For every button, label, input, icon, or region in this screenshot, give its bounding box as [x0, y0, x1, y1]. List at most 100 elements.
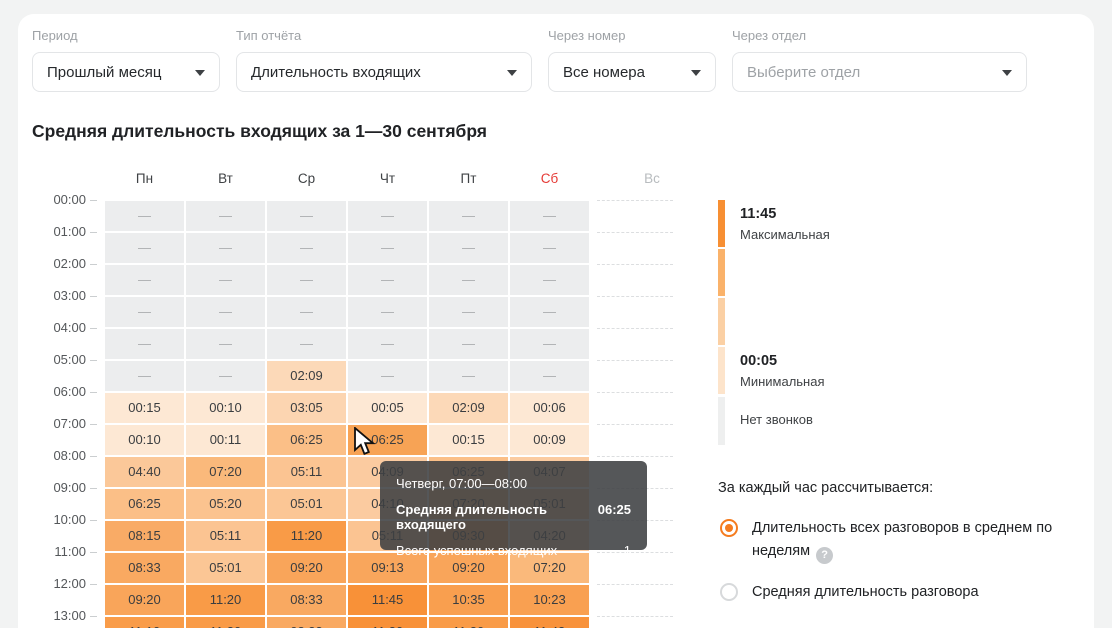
heatmap-cell[interactable]: — — [510, 361, 589, 391]
legend-segment-1 — [718, 249, 725, 296]
heatmap-cell[interactable]: 00:09 — [510, 425, 589, 455]
time-label: 04:00 — [20, 319, 86, 337]
filter-department: Через отдел Выберите отдел — [732, 28, 1027, 92]
heatmap-cell[interactable]: 05:20 — [186, 489, 265, 519]
radio-unselected[interactable] — [720, 583, 738, 601]
heatmap-cell[interactable]: — — [348, 329, 427, 359]
heatmap-cell[interactable]: — — [348, 297, 427, 327]
tooltip-count-value: 1 — [624, 543, 631, 558]
heatmap-cell[interactable]: — — [186, 201, 265, 231]
heatmap-cell[interactable]: 00:15 — [429, 425, 508, 455]
heatmap-cell[interactable]: — — [186, 329, 265, 359]
report-page: Период Прошлый месяц Тип отчёта Длительн… — [0, 0, 1112, 628]
sunday-empty-line — [597, 584, 673, 585]
sunday-empty-line — [597, 456, 673, 457]
heatmap-cell[interactable]: 00:06 — [510, 393, 589, 423]
heatmap-cell[interactable]: 10:23 — [510, 585, 589, 615]
heatmap-cell[interactable]: — — [429, 233, 508, 263]
heatmap-cell[interactable]: 02:09 — [267, 361, 346, 391]
heatmap-cell[interactable]: 11:10 — [105, 617, 184, 628]
heatmap-cell[interactable]: — — [348, 233, 427, 263]
tooltip-count-label: Всего успешных входящих — [396, 543, 557, 558]
heatmap-cell[interactable]: — — [105, 329, 184, 359]
legend-segment-2 — [718, 298, 725, 345]
time-tick — [90, 488, 97, 489]
heatmap-cell[interactable]: — — [348, 361, 427, 391]
heatmap-cell[interactable]: — — [267, 297, 346, 327]
number-select[interactable]: Все номера — [548, 52, 716, 92]
heatmap-cell[interactable]: — — [348, 201, 427, 231]
heatmap-cell[interactable]: — — [105, 265, 184, 295]
heatmap-cell[interactable]: — — [429, 329, 508, 359]
department-select[interactable]: Выберите отдел — [732, 52, 1027, 92]
heatmap-cell[interactable]: 08:33 — [105, 553, 184, 583]
heatmap-cell[interactable]: 06:25 — [267, 425, 346, 455]
heatmap-cell[interactable]: 11:20 — [186, 585, 265, 615]
heatmap-cell[interactable]: 05:11 — [267, 457, 346, 487]
filter-number-label: Через номер — [548, 28, 716, 43]
radio-option-label[interactable]: Длительность всех разговоров в среднем п… — [752, 517, 1082, 564]
heatmap-cell[interactable]: — — [510, 329, 589, 359]
heatmap-cell[interactable]: — — [348, 265, 427, 295]
radio-selected[interactable] — [720, 519, 738, 537]
report-type-select[interactable]: Длительность входящих — [236, 52, 532, 92]
heatmap-cell[interactable]: — — [429, 361, 508, 391]
heatmap-cell[interactable]: 03:05 — [267, 393, 346, 423]
heatmap-cell[interactable]: 08:15 — [105, 521, 184, 551]
heatmap-cell[interactable]: 09:20 — [105, 585, 184, 615]
heatmap-cell[interactable]: 08:33 — [267, 585, 346, 615]
heatmap-cell[interactable]: 06:25 — [105, 489, 184, 519]
heatmap-cell[interactable]: 00:05 — [348, 393, 427, 423]
chevron-down-icon — [507, 70, 517, 76]
heatmap-cell[interactable]: — — [510, 233, 589, 263]
heatmap-cell[interactable]: — — [510, 265, 589, 295]
heatmap-cell[interactable]: 11:43 — [510, 617, 589, 628]
chevron-down-icon — [1002, 70, 1012, 76]
heatmap-cell[interactable]: — — [429, 201, 508, 231]
heatmap-cell[interactable]: — — [267, 329, 346, 359]
chevron-down-icon — [195, 70, 205, 76]
sunday-empty-line — [597, 392, 673, 393]
help-icon[interactable]: ? — [816, 547, 833, 564]
radio-option-label[interactable]: Средняя длительность разговора — [752, 581, 1082, 604]
heatmap-cell[interactable]: — — [186, 361, 265, 391]
heatmap-cell[interactable]: — — [267, 201, 346, 231]
sunday-empty-line — [597, 424, 673, 425]
heatmap-cell[interactable]: 00:15 — [105, 393, 184, 423]
heatmap-cell[interactable]: — — [105, 297, 184, 327]
heatmap-cell[interactable]: 11:20 — [267, 521, 346, 551]
heatmap-cell[interactable]: 11:20 — [429, 617, 508, 628]
heatmap-cell[interactable]: 09:20 — [267, 553, 346, 583]
heatmap-cell[interactable]: — — [510, 297, 589, 327]
heatmap-cell[interactable]: — — [186, 233, 265, 263]
heatmap-cell[interactable]: — — [267, 265, 346, 295]
heatmap-cell[interactable]: 05:01 — [186, 553, 265, 583]
time-tick — [90, 456, 97, 457]
heatmap-cell[interactable]: 00:10 — [186, 393, 265, 423]
heatmap-cell[interactable]: 07:20 — [186, 457, 265, 487]
heatmap-cell[interactable]: 10:35 — [429, 585, 508, 615]
heatmap-cell[interactable]: 00:11 — [186, 425, 265, 455]
heatmap-cell[interactable]: — — [186, 265, 265, 295]
filter-period-label: Период — [32, 28, 220, 43]
heatmap-cell[interactable]: — — [105, 201, 184, 231]
period-select[interactable]: Прошлый месяц — [32, 52, 220, 92]
heatmap-cell[interactable]: 05:01 — [267, 489, 346, 519]
heatmap-cell[interactable]: — — [186, 297, 265, 327]
report-type-value: Длительность входящих — [251, 64, 421, 81]
heatmap-cell[interactable]: — — [267, 233, 346, 263]
heatmap-cell[interactable]: 11:20 — [186, 617, 265, 628]
heatmap-cell[interactable]: 11:30 — [348, 617, 427, 628]
heatmap-cell[interactable]: 00:10 — [105, 425, 184, 455]
heatmap-cell[interactable]: 11:45 — [348, 585, 427, 615]
heatmap-cell[interactable]: — — [510, 201, 589, 231]
heatmap-cell[interactable]: 04:40 — [105, 457, 184, 487]
tooltip-metric-value: 06:25 — [598, 502, 631, 532]
heatmap-cell[interactable]: 05:11 — [186, 521, 265, 551]
heatmap-cell[interactable]: — — [429, 297, 508, 327]
heatmap-cell[interactable]: — — [429, 265, 508, 295]
heatmap-cell[interactable]: 02:09 — [429, 393, 508, 423]
heatmap-cell[interactable]: — — [105, 233, 184, 263]
heatmap-cell[interactable]: 08:33 — [267, 617, 346, 628]
heatmap-cell[interactable]: — — [105, 361, 184, 391]
